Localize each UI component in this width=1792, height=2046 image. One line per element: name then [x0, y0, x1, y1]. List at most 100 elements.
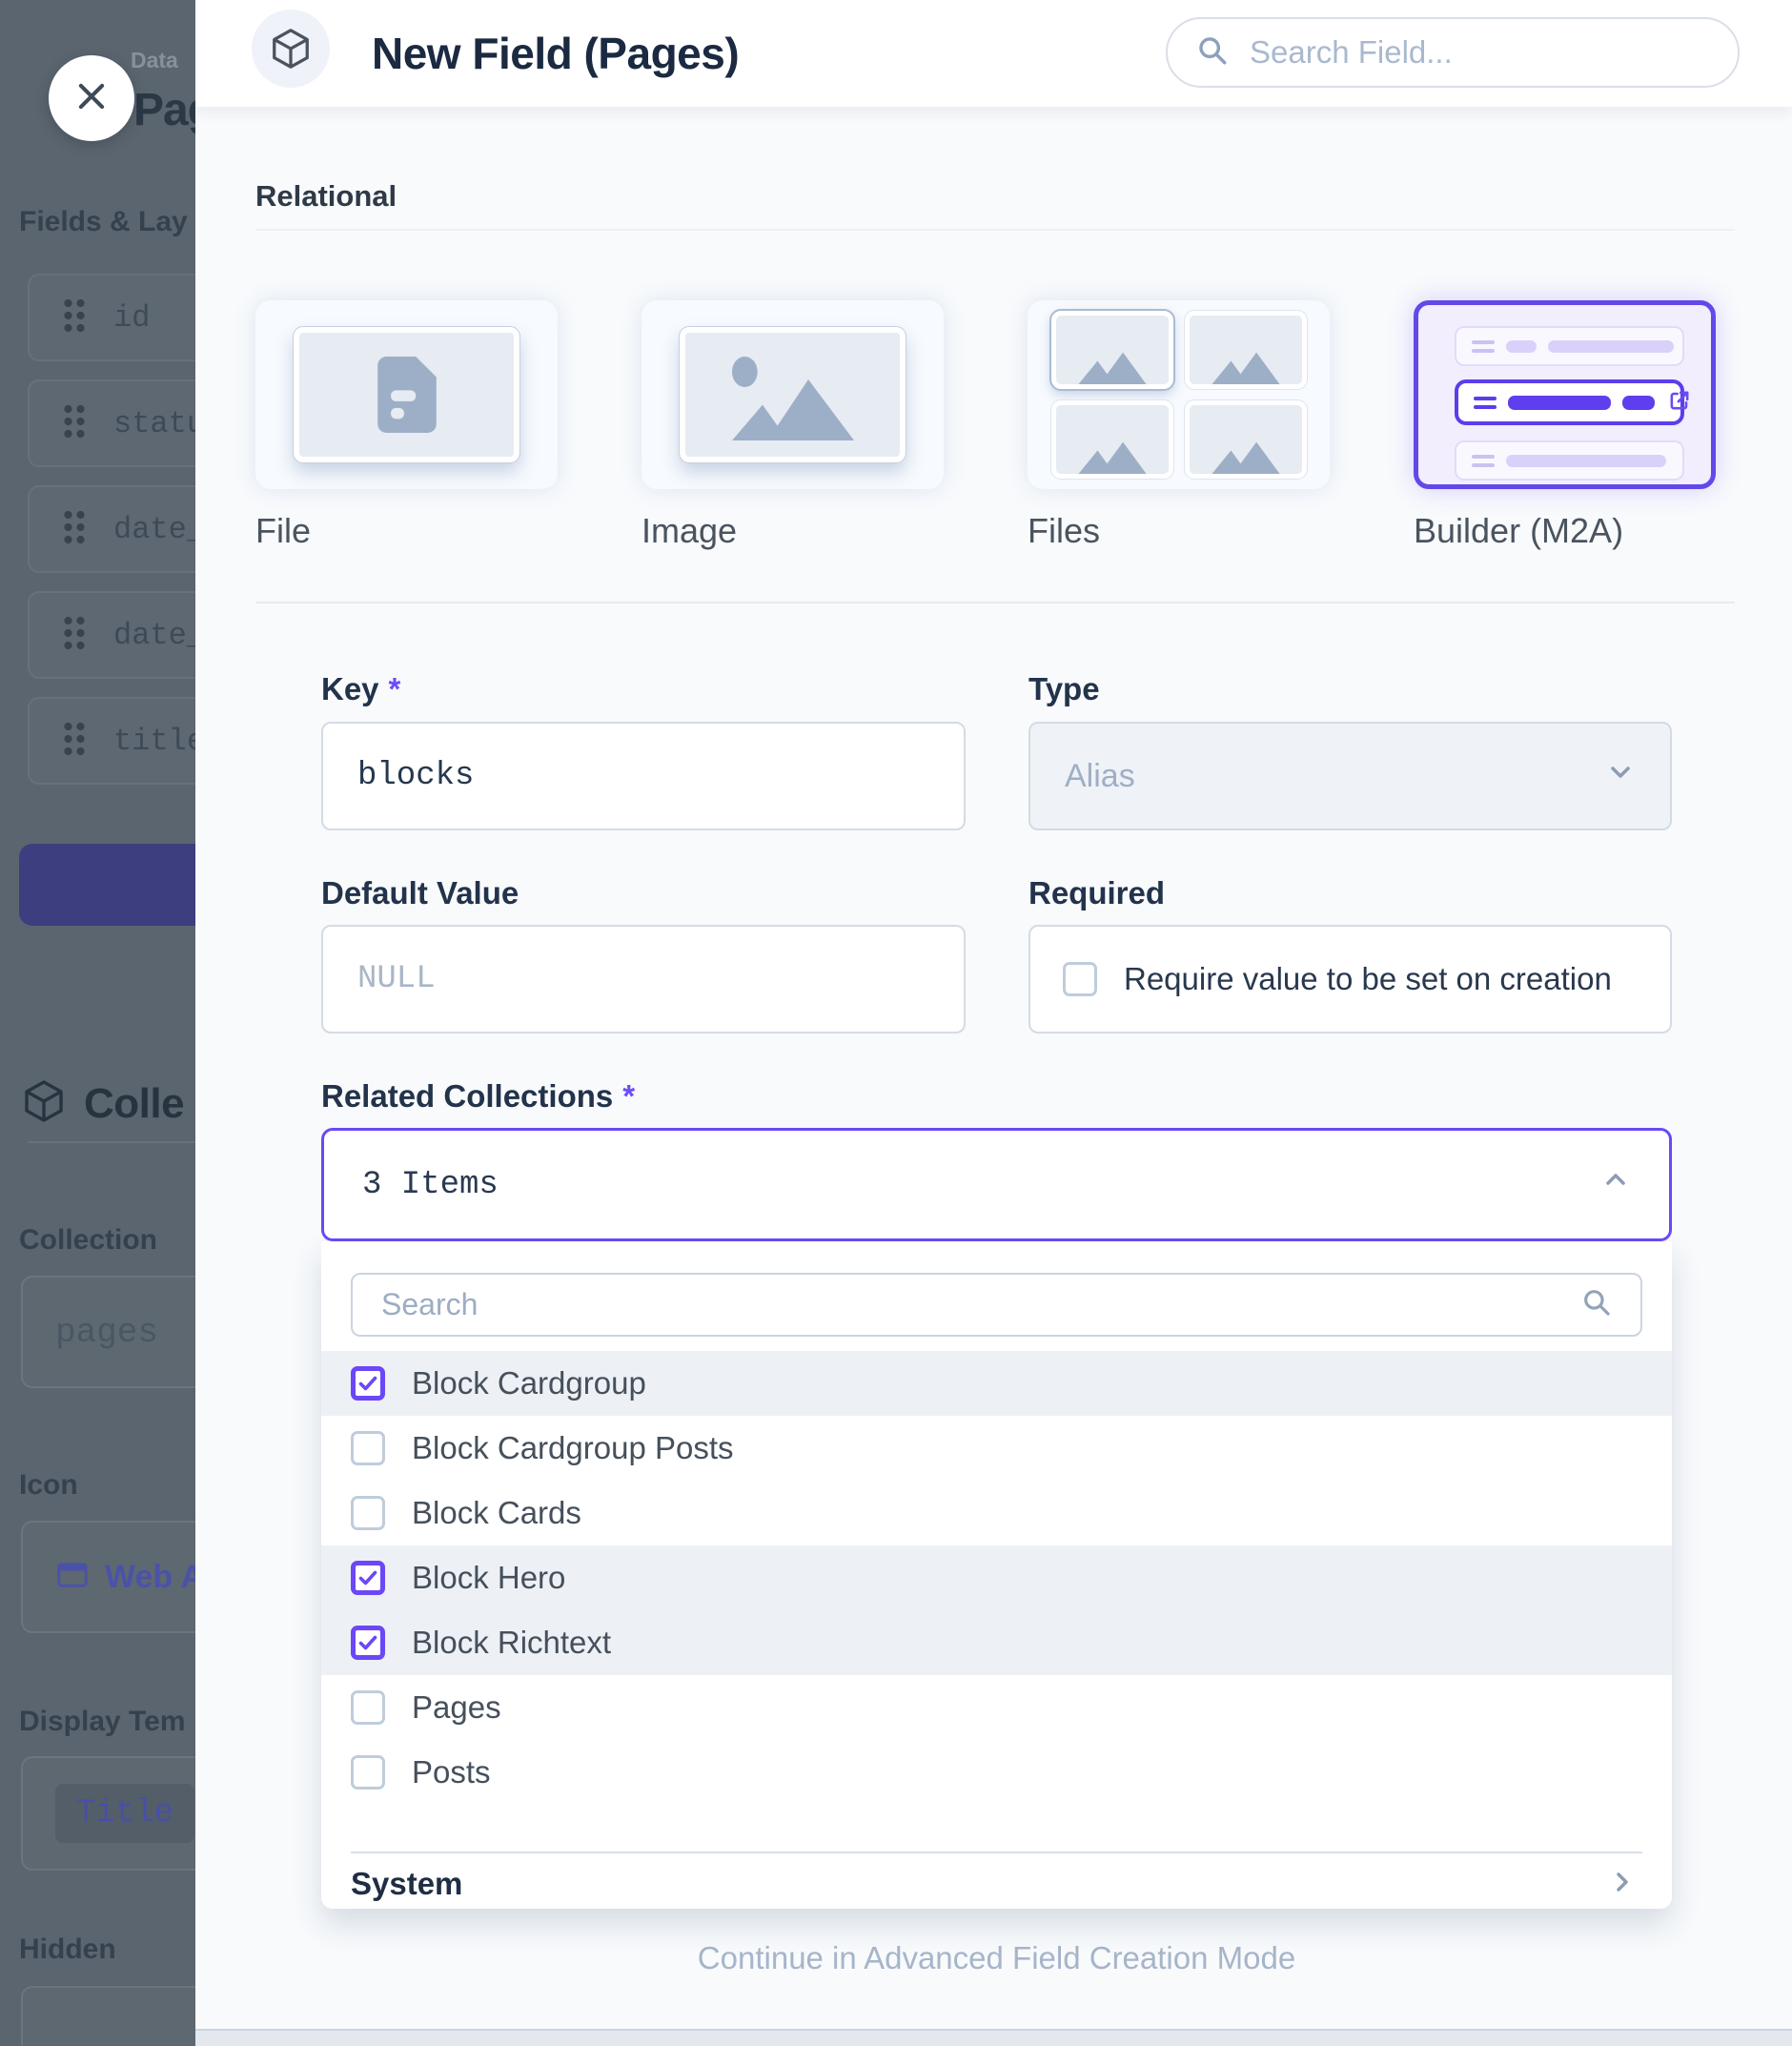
icon-select-input[interactable]: Web A: [21, 1521, 195, 1633]
drag-handle-icon[interactable]: [62, 403, 87, 444]
field-search[interactable]: [1166, 17, 1740, 88]
collection-option-label: Block Cardgroup: [412, 1365, 646, 1402]
type-label: Type: [1028, 671, 1100, 707]
dropdown-search-input[interactable]: [381, 1287, 1562, 1322]
image-thumbnail-icon: [1051, 311, 1173, 389]
collection-option-label: Block Richtext: [412, 1625, 611, 1661]
collection-checkbox[interactable]: [351, 1626, 385, 1660]
related-collections-label: Related Collections*: [321, 1078, 635, 1115]
required-star: *: [622, 1078, 635, 1114]
field-type-label: Files: [1028, 511, 1100, 551]
collection-option-row[interactable]: Block Richtext: [321, 1610, 1672, 1675]
image-thumbnail-icon: [1185, 311, 1307, 389]
divider: [351, 1852, 1642, 1853]
collection-checkbox[interactable]: [351, 1366, 385, 1401]
default-value-label: Default Value: [321, 875, 519, 911]
template-field-chip[interactable]: Title: [55, 1784, 194, 1843]
field-name: statu: [113, 406, 195, 441]
drag-handle-icon[interactable]: [62, 721, 87, 762]
hidden-field-input[interactable]: [21, 1986, 195, 2046]
related-collections-dropdown: Block Cardgroup Block Cardgroup Posts Bl…: [321, 1241, 1672, 1909]
chevron-up-icon: [1600, 1164, 1631, 1205]
display-template-label: Display Tem: [19, 1706, 186, 1738]
fields-layout-heading: Fields & Lay: [19, 206, 188, 238]
drag-handle-icon: [1472, 455, 1495, 467]
create-field-button[interactable]: [19, 844, 195, 926]
drag-handle-icon: [1472, 340, 1495, 353]
collection-option-row[interactable]: Posts: [321, 1740, 1672, 1805]
collection-option-row[interactable]: Block Hero: [321, 1545, 1672, 1610]
required-label: Required: [1028, 875, 1165, 911]
sidebar-field-row[interactable]: date_: [28, 591, 195, 679]
sidebar-field-row[interactable]: title: [28, 697, 195, 785]
close-x-icon: [73, 78, 110, 119]
required-checkbox[interactable]: [1063, 962, 1097, 996]
icon-field-label: Icon: [19, 1469, 78, 1502]
collection-checkbox[interactable]: [351, 1431, 385, 1465]
required-checkbox-group[interactable]: Require value to be set on creation: [1028, 925, 1672, 1033]
image-thumbnail-icon: [1185, 400, 1307, 479]
document-icon: [294, 327, 519, 462]
field-type-card-file[interactable]: [255, 300, 558, 489]
collection-option-label: Posts: [412, 1754, 491, 1790]
divider: [255, 602, 1735, 604]
advanced-mode-link[interactable]: Continue in Advanced Field Creation Mode: [321, 1940, 1672, 1976]
collection-option-row[interactable]: Block Cardgroup: [321, 1351, 1672, 1416]
collection-checkbox[interactable]: [351, 1690, 385, 1725]
field-name: date_: [113, 618, 195, 653]
drag-handle-icon[interactable]: [62, 615, 87, 656]
collection-option-label: Block Cards: [412, 1495, 581, 1531]
collection-option-row[interactable]: Block Cards: [321, 1481, 1672, 1545]
field-type-label: Image: [641, 511, 737, 551]
collection-field-label: Collection: [19, 1224, 157, 1257]
drag-handle-icon[interactable]: [62, 297, 87, 338]
image-mountains-icon: [680, 327, 906, 462]
builder-active-block-row: [1455, 379, 1684, 425]
type-select[interactable]: Alias: [1028, 722, 1672, 830]
divider: [28, 1141, 195, 1143]
collection-checkbox[interactable]: [351, 1561, 385, 1595]
builder-block-row: [1455, 326, 1684, 366]
collection-page-heading: Pag: [133, 84, 195, 136]
sidebar-field-row[interactable]: statu: [28, 379, 195, 467]
collection-option-row[interactable]: Pages: [321, 1675, 1672, 1740]
box-cube-icon: [252, 10, 330, 88]
collection-option-label: Block Hero: [412, 1560, 565, 1596]
sidebar-field-row[interactable]: id: [28, 274, 195, 361]
key-label: Key*: [321, 671, 400, 707]
module-label: Data: [131, 48, 178, 73]
drag-handle-icon[interactable]: [62, 509, 87, 550]
required-checkbox-label: Require value to be set on creation: [1124, 961, 1612, 997]
collection-option-row[interactable]: Block Cardgroup Posts: [321, 1416, 1672, 1481]
collection-name-value: pages: [55, 1313, 158, 1352]
default-value-field[interactable]: [357, 961, 929, 997]
icon-select-value: Web A: [105, 1559, 195, 1596]
default-value-input[interactable]: [321, 925, 966, 1033]
sidebar-field-row[interactable]: date_: [28, 485, 195, 573]
field-type-label: File: [255, 511, 311, 551]
dropdown-search[interactable]: [351, 1273, 1642, 1337]
box-cube-icon: [21, 1078, 67, 1129]
collection-options-list: Block Cardgroup Block Cardgroup Posts Bl…: [321, 1351, 1672, 1805]
field-type-card-builder-m2a[interactable]: [1414, 300, 1716, 489]
display-template-input[interactable]: Title: [21, 1756, 195, 1871]
key-input[interactable]: [321, 722, 966, 830]
footer-strip: [195, 2029, 1792, 2046]
field-search-input[interactable]: [1250, 34, 1709, 71]
collection-checkbox[interactable]: [351, 1496, 385, 1530]
collection-option-label: Pages: [412, 1689, 501, 1726]
drawer-title: New Field (Pages): [372, 0, 739, 107]
field-type-card-files[interactable]: [1028, 300, 1330, 489]
system-label: System: [351, 1866, 462, 1902]
collection-name-input[interactable]: pages: [21, 1276, 195, 1388]
chevron-right-icon: [1607, 1867, 1638, 1902]
required-star: *: [389, 671, 401, 706]
close-drawer-button[interactable]: [49, 55, 134, 141]
related-collections-select[interactable]: 3 Items: [321, 1128, 1672, 1241]
collection-checkbox[interactable]: [351, 1755, 385, 1790]
key-input-field[interactable]: [357, 758, 929, 794]
thumbnails-grid: [1051, 311, 1307, 479]
search-icon: [1581, 1287, 1612, 1322]
field-type-card-image[interactable]: [641, 300, 944, 489]
system-group-row[interactable]: System: [321, 1859, 1672, 1909]
